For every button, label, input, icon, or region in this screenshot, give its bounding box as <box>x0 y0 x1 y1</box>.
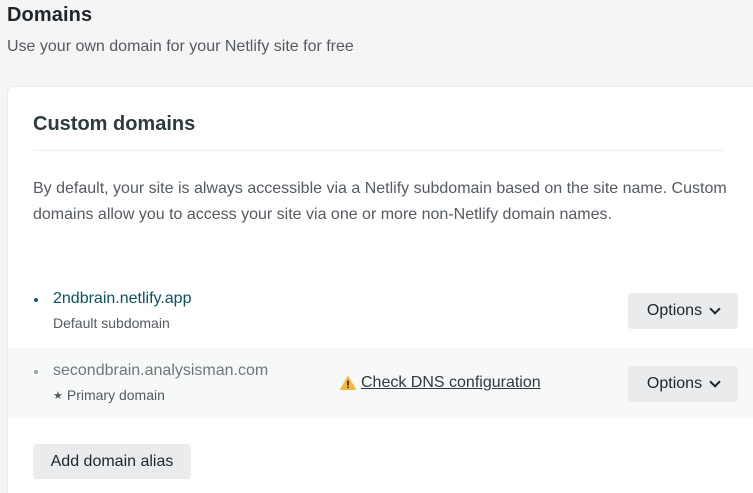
dns-warning: Check DNS configuration <box>340 374 541 392</box>
domain-name-primary[interactable]: secondbrain.analysisman.com <box>53 362 268 380</box>
card-description: By default, your site is always accessib… <box>33 180 727 223</box>
add-domain-alias-button[interactable]: Add domain alias <box>33 444 191 479</box>
domain-row-default: 2ndbrain.netlify.app Default subdomain O… <box>8 275 753 345</box>
bullet-icon <box>34 298 38 302</box>
chevron-down-icon <box>709 376 721 388</box>
options-button-default[interactable]: Options <box>628 293 738 329</box>
card-title: Custom domains <box>33 113 196 135</box>
options-button-primary[interactable]: Options <box>628 366 738 402</box>
star-icon: ★ <box>53 390 63 402</box>
page-subtitle: Use your own domain for your Netlify sit… <box>7 38 354 55</box>
bullet-icon <box>34 370 38 374</box>
custom-domains-card: Custom domains By default, your site is … <box>7 86 753 493</box>
options-button-label: Options <box>646 375 703 392</box>
page-title: Domains <box>7 4 93 26</box>
domain-sublabel-primary: ★ Primary domain <box>53 387 165 403</box>
domain-sublabel-default: Default subdomain <box>53 315 170 331</box>
domain-name-default[interactable]: 2ndbrain.netlify.app <box>53 290 191 308</box>
domain-row-primary: secondbrain.analysisman.com ★ Primary dom… <box>8 348 753 418</box>
chevron-down-icon <box>709 303 721 315</box>
card-divider <box>33 150 723 151</box>
primary-domain-label: Primary domain <box>66 387 165 403</box>
options-button-label: Options <box>646 302 703 319</box>
check-dns-link[interactable]: Check DNS configuration <box>361 374 541 392</box>
domains-page: Domains Use your own domain for your Net… <box>0 0 753 493</box>
warning-icon <box>340 376 356 390</box>
